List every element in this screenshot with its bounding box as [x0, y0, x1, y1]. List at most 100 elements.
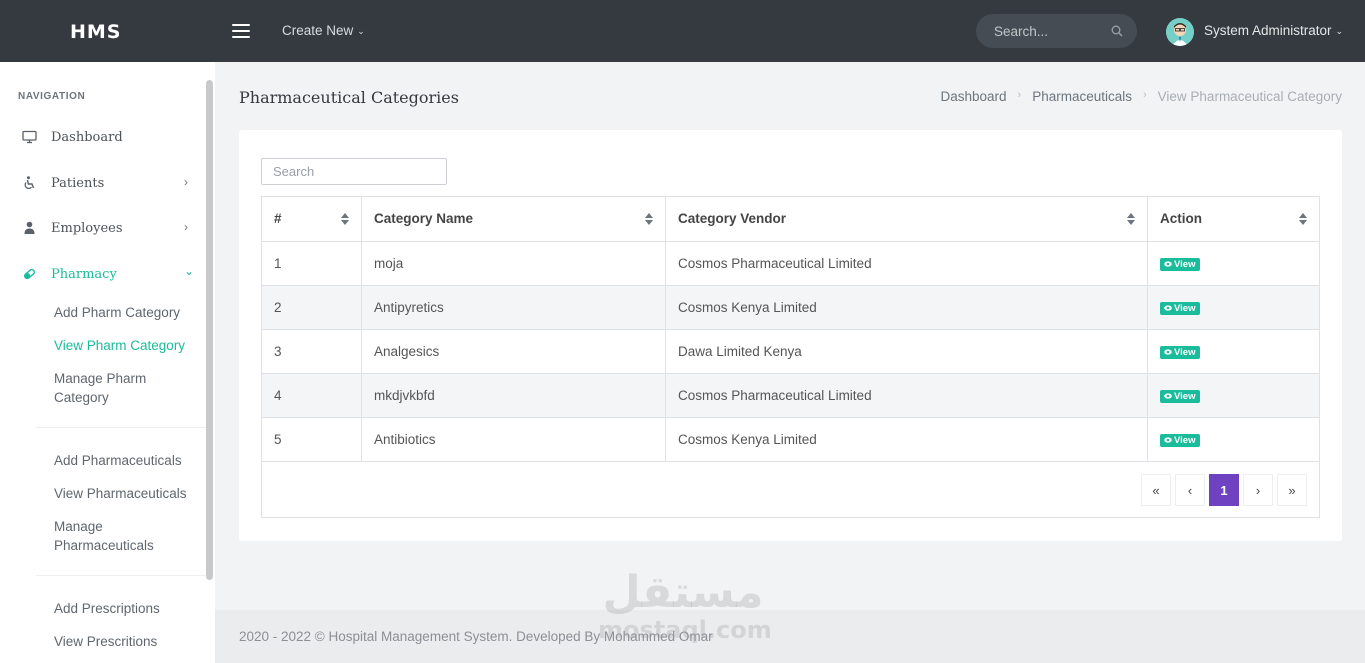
action-cell: View	[1147, 374, 1319, 417]
top-search-box	[976, 14, 1137, 48]
user-icon	[24, 221, 35, 234]
action-cell: View	[1147, 286, 1319, 329]
view-button-label: View	[1174, 346, 1196, 358]
column-header-label: Category Name	[374, 211, 474, 226]
view-button[interactable]: View	[1160, 389, 1201, 403]
sidebar-item-employees[interactable]: Employees ›	[0, 213, 205, 243]
breadcrumb-separator-icon: ›	[1142, 89, 1147, 101]
view-button[interactable]: View	[1160, 433, 1201, 447]
column-header-label: #	[274, 211, 282, 226]
user-avatar[interactable]	[1166, 18, 1194, 46]
eye-icon	[1164, 261, 1172, 267]
footer: 2020 - 2022 © Hospital Management System…	[215, 610, 1365, 663]
category-name: mkdjvkbfd	[361, 374, 665, 417]
category-name: Antibiotics	[361, 418, 665, 461]
sort-icon	[645, 213, 653, 225]
row-number: 3	[274, 344, 282, 359]
nav-heading: NAVIGATION	[18, 91, 86, 102]
column-header-number[interactable]: #	[262, 197, 361, 241]
table-search-input[interactable]	[261, 158, 447, 185]
top-search-input[interactable]	[976, 14, 1106, 48]
user-menu[interactable]: System Administrator ⌄	[1204, 23, 1343, 38]
categories-card: # Category Name Category Vendor Action 1…	[239, 130, 1342, 541]
table-row: 1 moja Cosmos Pharmaceutical Limited Vie…	[262, 241, 1319, 285]
chevron-down-icon: ⌄	[184, 264, 195, 278]
sidebar-subitem-view-pharm-category[interactable]: View Pharm Category	[54, 336, 204, 355]
pagination-prev-button[interactable]: ‹	[1175, 474, 1205, 506]
sidebar-item-label: Pharmacy	[51, 267, 117, 282]
sidebar-subitem-manage-pharm-category[interactable]: Manage Pharm Category	[54, 369, 174, 407]
view-button-label: View	[1174, 390, 1196, 402]
sidebar-divider	[36, 427, 206, 428]
row-number: 2	[274, 300, 282, 315]
sort-icon	[341, 213, 349, 225]
view-button[interactable]: View	[1160, 345, 1201, 359]
breadcrumb-current: View Pharmaceutical Category	[1157, 89, 1342, 104]
pill-icon	[24, 268, 35, 280]
create-new-dropdown[interactable]: Create New ⌄	[282, 23, 365, 38]
category-name: Antipyretics	[361, 286, 665, 329]
app-logo[interactable]: HMS	[70, 21, 122, 43]
action-cell: View	[1147, 330, 1319, 373]
sidebar-item-pharmacy[interactable]: Pharmacy ⌄	[0, 259, 205, 289]
pagination-page-1[interactable]: 1	[1209, 474, 1239, 506]
category-vendor: Cosmos Pharmaceutical Limited	[665, 242, 1147, 285]
table-header-row: # Category Name Category Vendor Action	[262, 197, 1319, 241]
view-button-label: View	[1174, 302, 1196, 314]
user-name-label: System Administrator	[1204, 23, 1332, 38]
topbar: HMS Create New⌄ System Administrator⌄	[0, 0, 1365, 62]
row-number: 5	[274, 432, 282, 447]
breadcrumb: Dashboard › Pharmaceuticals › View Pharm…	[940, 89, 1342, 104]
column-header-label: Action	[1160, 211, 1202, 226]
column-header-category-name[interactable]: Category Name	[361, 197, 665, 241]
breadcrumb-dashboard[interactable]: Dashboard	[940, 89, 1006, 104]
view-button[interactable]: View	[1160, 301, 1201, 315]
category-name: moja	[361, 242, 665, 285]
sidebar-scrollbar[interactable]	[206, 80, 213, 580]
sidebar-subitem-add-prescriptions[interactable]: Add Prescriptions	[54, 599, 204, 618]
column-header-action[interactable]: Action	[1147, 197, 1319, 241]
column-header-label: Category Vendor	[678, 211, 787, 226]
category-vendor: Dawa Limited Kenya	[665, 330, 1147, 373]
category-vendor: Cosmos Pharmaceutical Limited	[665, 374, 1147, 417]
sidebar-item-dashboard[interactable]: Dashboard	[0, 122, 205, 152]
page-title: Pharmaceutical Categories	[239, 88, 459, 107]
chevron-right-icon: ›	[184, 175, 188, 189]
search-icon[interactable]	[1111, 25, 1123, 37]
footer-text: 2020 - 2022 © Hospital Management System…	[239, 629, 713, 644]
sidebar-subitem-manage-pharmaceuticals[interactable]: Manage Pharmaceuticals	[54, 517, 164, 555]
sidebar-item-label: Patients	[51, 176, 105, 191]
pagination-row: « ‹ 1 › »	[262, 461, 1319, 517]
sidebar-subitem-view-pharmaceuticals[interactable]: View Pharmaceuticals	[54, 484, 204, 503]
category-name: Analgesics	[361, 330, 665, 373]
sidebar-subitem-add-pharmaceuticals[interactable]: Add Pharmaceuticals	[54, 451, 204, 470]
table-row: 5 Antibiotics Cosmos Kenya Limited View	[262, 417, 1319, 461]
pagination-first-button[interactable]: «	[1141, 474, 1171, 506]
eye-icon	[1164, 305, 1172, 311]
sidebar-item-label: Dashboard	[51, 130, 123, 145]
category-vendor: Cosmos Kenya Limited	[665, 286, 1147, 329]
breadcrumb-pharmaceuticals[interactable]: Pharmaceuticals	[1032, 89, 1132, 104]
menu-toggle-icon[interactable]	[232, 24, 250, 38]
sidebar-divider	[36, 575, 206, 576]
sidebar-subitem-view-prescriptions[interactable]: View Prescritions	[54, 632, 204, 651]
monitor-icon	[22, 130, 37, 144]
action-cell: View	[1147, 242, 1319, 285]
sidebar-item-patients[interactable]: Patients ›	[0, 168, 205, 198]
chevron-down-icon: ⌄	[1335, 26, 1344, 36]
category-vendor: Cosmos Kenya Limited	[665, 418, 1147, 461]
sidebar-subitem-add-pharm-category[interactable]: Add Pharm Category	[54, 303, 204, 322]
sort-icon	[1127, 213, 1135, 225]
pagination-next-button[interactable]: ›	[1243, 474, 1273, 506]
column-header-category-vendor[interactable]: Category Vendor	[665, 197, 1147, 241]
view-button-label: View	[1174, 434, 1196, 446]
breadcrumb-separator-icon: ›	[1017, 89, 1022, 101]
categories-table: # Category Name Category Vendor Action 1…	[261, 196, 1320, 518]
pagination-last-button[interactable]: »	[1277, 474, 1307, 506]
view-button-label: View	[1174, 258, 1196, 270]
sidebar-item-label: Employees	[51, 221, 123, 236]
table-row: 2 Antipyretics Cosmos Kenya Limited View	[262, 285, 1319, 329]
view-button[interactable]: View	[1160, 257, 1201, 271]
table-row: 4 mkdjvkbfd Cosmos Pharmaceutical Limite…	[262, 373, 1319, 417]
eye-icon	[1164, 437, 1172, 443]
